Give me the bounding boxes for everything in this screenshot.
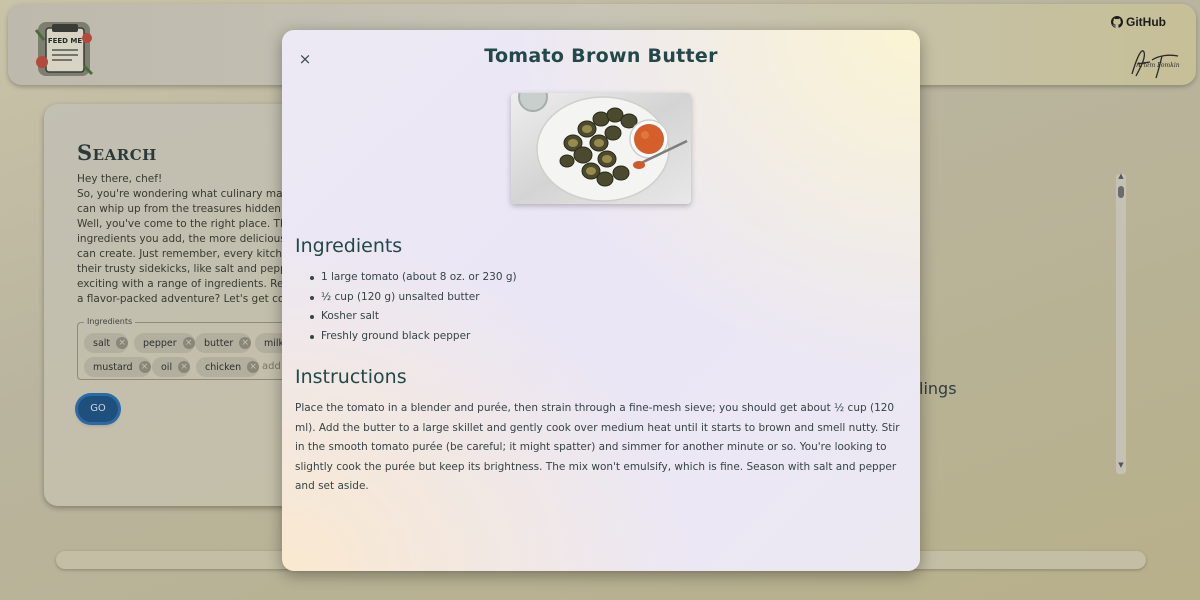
chip-label: oil: [161, 361, 173, 373]
chip-label: butter: [204, 337, 234, 349]
go-button[interactable]: GO: [78, 396, 118, 422]
chip-label: salt: [93, 337, 111, 349]
scroll-up-arrow-icon[interactable]: ▲: [1116, 172, 1126, 180]
ingredients-legend: Ingredients: [84, 317, 136, 326]
feed-me-logo[interactable]: FEED ME: [32, 18, 96, 80]
github-label: GitHub: [1126, 15, 1166, 29]
recipe-modal: × Tomato Brown Butter Ingredients 1 larg…: [282, 30, 920, 571]
ingredient-chip[interactable]: pepper ×: [134, 333, 195, 353]
ingredient-chip[interactable]: butter ×: [195, 333, 252, 353]
remove-chip-icon[interactable]: ×: [138, 361, 151, 373]
chip-label: mustard: [93, 361, 133, 373]
signature-text: Artem Fomkin: [1135, 62, 1179, 69]
github-icon: [1111, 16, 1123, 28]
logo-text: FEED ME: [48, 37, 83, 45]
list-item: 1 large tomato (about 8 oz. or 230 g): [309, 268, 517, 288]
remove-chip-icon[interactable]: ×: [182, 337, 195, 349]
chip-label: pepper: [143, 337, 177, 349]
results-scrollbar[interactable]: [1116, 174, 1126, 474]
ingredients-heading: Ingredients: [295, 235, 403, 257]
github-link[interactable]: GitHub: [1111, 15, 1166, 29]
ingredients-list: 1 large tomato (about 8 oz. or 230 g) ½ …: [309, 268, 517, 347]
ingredient-chip[interactable]: oil ×: [152, 357, 191, 377]
add-ingredient-placeholder[interactable]: add: [262, 361, 281, 372]
recipe-title: Tomato Brown Butter: [484, 45, 718, 67]
scrollbar-thumb[interactable]: [1118, 186, 1124, 198]
remove-chip-icon[interactable]: ×: [247, 361, 260, 373]
signature-logo[interactable]: Artem Fomkin: [1128, 44, 1182, 82]
ingredient-chip[interactable]: salt ×: [84, 333, 129, 353]
ingredient-chip[interactable]: mustard ×: [84, 357, 151, 377]
instructions-heading: Instructions: [295, 366, 407, 388]
results-heading: lings: [919, 379, 957, 398]
ingredient-chip[interactable]: chicken ×: [196, 357, 260, 377]
list-item: Kosher salt: [309, 307, 517, 327]
remove-chip-icon[interactable]: ×: [116, 337, 129, 349]
remove-chip-icon[interactable]: ×: [178, 361, 191, 373]
remove-chip-icon[interactable]: ×: [239, 337, 252, 349]
recipe-image: [511, 93, 691, 204]
list-item: Freshly ground black pepper: [309, 327, 517, 347]
scroll-down-arrow-icon[interactable]: ▼: [1116, 461, 1126, 469]
list-item: ½ cup (120 g) unsalted butter: [309, 288, 517, 308]
instructions-text: Place the tomato in a blender and purée,…: [295, 402, 900, 493]
chip-label: chicken: [205, 361, 242, 373]
search-title: Search: [77, 140, 157, 165]
